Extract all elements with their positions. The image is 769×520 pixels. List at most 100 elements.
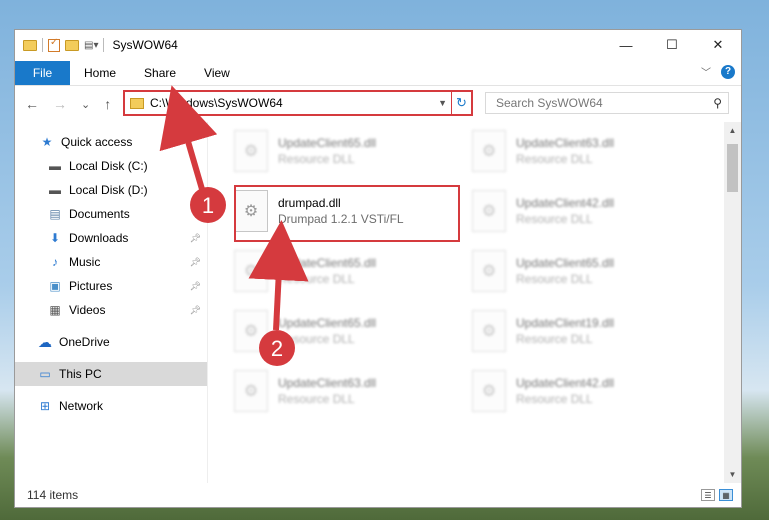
- sidebar-item-label: Videos: [69, 303, 106, 317]
- scroll-up-icon[interactable]: ▲: [724, 122, 741, 139]
- file-description: Resource DLL: [516, 332, 593, 346]
- sidebar-item-label: Downloads: [69, 231, 129, 245]
- file-description: Resource DLL: [278, 152, 355, 166]
- refresh-button[interactable]: ↻: [451, 92, 471, 114]
- pin-icon[interactable]: 📌︎: [190, 305, 201, 316]
- sidebar-item-videos[interactable]: ▦ Videos 📌︎: [15, 298, 207, 322]
- dll-file-icon: ⚙: [472, 310, 506, 352]
- folder-icon: [23, 39, 37, 51]
- sidebar-item-pictures[interactable]: ▣ Pictures 📌︎: [15, 274, 207, 298]
- file-tile[interactable]: ⚙ UpdateClient42.dll Resource DLL: [472, 186, 692, 236]
- navigation-bar: ← → ⌄ ↑ C:\Windows\SysWOW64 ▼ ↻ Search S…: [15, 86, 741, 122]
- sidebar-item-label: OneDrive: [59, 335, 110, 349]
- tab-share[interactable]: Share: [144, 66, 176, 80]
- file-name: UpdateClient42.dll: [516, 196, 615, 210]
- sidebar-item-local-disk-d[interactable]: ▬ Local Disk (D:): [15, 178, 207, 202]
- pin-icon[interactable]: 📌︎: [190, 281, 201, 292]
- file-tile[interactable]: ⚙ UpdateClient42.dll Resource DLL: [472, 366, 692, 416]
- tab-home[interactable]: Home: [84, 66, 116, 80]
- dll-file-icon: ⚙: [234, 250, 268, 292]
- file-description: Resource DLL: [278, 392, 355, 406]
- file-description: Resource DLL: [278, 332, 355, 346]
- videos-icon: ▦: [49, 303, 61, 317]
- sidebar-item-label: This PC: [59, 367, 102, 381]
- details-view-icon[interactable]: ☰: [701, 489, 715, 501]
- scroll-down-icon[interactable]: ▼: [724, 466, 741, 483]
- dll-file-icon: ⚙: [472, 250, 506, 292]
- file-description: Resource DLL: [516, 212, 593, 226]
- back-button[interactable]: ←: [25, 96, 39, 112]
- chevron-down-icon[interactable]: ▼: [438, 98, 447, 108]
- sidebar-item-onedrive[interactable]: ☁ OneDrive: [15, 330, 207, 354]
- sidebar-item-local-disk-c[interactable]: ▬ Local Disk (C:): [15, 154, 207, 178]
- search-box[interactable]: Search SysWOW64 ⚲: [485, 92, 729, 114]
- up-button[interactable]: ↑: [104, 96, 111, 112]
- vertical-scrollbar[interactable]: ▲ ▼: [724, 122, 741, 483]
- explorer-window: ▤▾ SysWOW64 — ☐ ✕ File Home Share View ﹀…: [14, 29, 742, 508]
- address-bar[interactable]: C:\Windows\SysWOW64 ▼ ↻: [123, 90, 473, 116]
- dll-file-icon: ⚙: [472, 370, 506, 412]
- dll-file-icon: ⚙: [234, 370, 268, 412]
- properties-icon[interactable]: [48, 37, 60, 52]
- file-tile[interactable]: ⚙ UpdateClient65.dll Resource DLL: [234, 126, 454, 176]
- file-name: UpdateClient19.dll: [516, 316, 615, 330]
- file-description: Resource DLL: [516, 392, 593, 406]
- customize-toolbar-icon[interactable]: ▤▾: [84, 40, 98, 51]
- sidebar-item-label: Pictures: [69, 279, 113, 293]
- file-tile[interactable]: ⚙ UpdateClient63.dll Resource DLL: [472, 126, 692, 176]
- tab-file[interactable]: File: [15, 60, 70, 85]
- toolbar-divider: [103, 38, 105, 52]
- sidebar-item-this-pc[interactable]: ▭ This PC: [15, 362, 207, 386]
- file-tile[interactable]: ⚙ UpdateClient65.dll Resource DLL: [234, 246, 454, 296]
- file-description: Resource DLL: [516, 152, 593, 166]
- sidebar-item-music[interactable]: ♪ Music 📌︎: [15, 250, 207, 274]
- file-list: ⚙ UpdateClient65.dll Resource DLL ⚙ drump…: [208, 122, 741, 483]
- recent-locations-icon[interactable]: ⌄: [81, 98, 90, 111]
- pin-icon[interactable]: 📌︎: [190, 257, 201, 268]
- sidebar-item-quick-access[interactable]: ★ Quick access: [15, 130, 207, 154]
- file-tile[interactable]: ⚙ UpdateClient63.dll Resource DLL: [234, 366, 454, 416]
- sidebar-item-network[interactable]: ⊞ Network: [15, 394, 207, 418]
- new-folder-icon[interactable]: [65, 39, 79, 51]
- address-path[interactable]: C:\Windows\SysWOW64: [150, 96, 438, 110]
- file-name: UpdateClient63.dll: [516, 136, 615, 150]
- quick-access-toolbar: ▤▾: [23, 37, 105, 52]
- forward-button[interactable]: →: [53, 96, 67, 112]
- maximize-button[interactable]: ☐: [649, 30, 695, 60]
- item-count: 114 items: [27, 488, 79, 502]
- network-icon: ⊞: [39, 399, 51, 413]
- file-name: UpdateClient42.dll: [516, 376, 615, 390]
- pin-icon[interactable]: 📌︎: [190, 233, 201, 244]
- expand-ribbon-icon[interactable]: ﹀: [701, 64, 711, 79]
- minimize-button[interactable]: —: [603, 30, 649, 60]
- toolbar-divider: [42, 38, 43, 52]
- file-description: Resource DLL: [278, 272, 355, 286]
- file-tile[interactable]: ⚙ UpdateClient65.dll Resource DLL: [472, 246, 692, 296]
- sidebar-item-documents[interactable]: ▤ Documents: [15, 202, 207, 226]
- file-name: UpdateClient65.dll: [278, 256, 377, 270]
- ribbon-tabs: File Home Share View ﹀ ?: [15, 60, 741, 86]
- tiles-view-icon[interactable]: ▦: [719, 489, 733, 501]
- sidebar-item-downloads[interactable]: ⬇ Downloads 📌︎: [15, 226, 207, 250]
- search-input[interactable]: Search SysWOW64: [496, 96, 713, 110]
- highlight-box: [234, 185, 460, 242]
- close-button[interactable]: ✕: [695, 30, 741, 60]
- search-icon: ⚲: [713, 96, 722, 110]
- dll-file-icon: ⚙: [472, 130, 506, 172]
- file-tile[interactable]: ⚙ UpdateClient65.dll Resource DLL: [234, 306, 454, 356]
- window-title: SysWOW64: [112, 38, 178, 52]
- file-tile[interactable]: ⚙ UpdateClient19.dll Resource DLL: [472, 306, 692, 356]
- tab-view[interactable]: View: [204, 66, 230, 80]
- status-bar: 114 items ☰ ▦: [15, 483, 741, 507]
- dll-file-icon: ⚙: [234, 130, 268, 172]
- sidebar-item-label: Local Disk (D:): [69, 183, 148, 197]
- dll-file-icon: ⚙: [234, 310, 268, 352]
- computer-icon: ▭: [39, 367, 51, 381]
- file-name: UpdateClient65.dll: [278, 136, 377, 150]
- sidebar-item-label: Quick access: [61, 135, 133, 149]
- title-bar: ▤▾ SysWOW64 — ☐ ✕: [15, 30, 741, 60]
- pictures-icon: ▣: [49, 279, 61, 293]
- help-icon[interactable]: ?: [721, 64, 735, 79]
- cloud-icon: ☁: [38, 333, 52, 350]
- scroll-thumb[interactable]: [727, 144, 738, 192]
